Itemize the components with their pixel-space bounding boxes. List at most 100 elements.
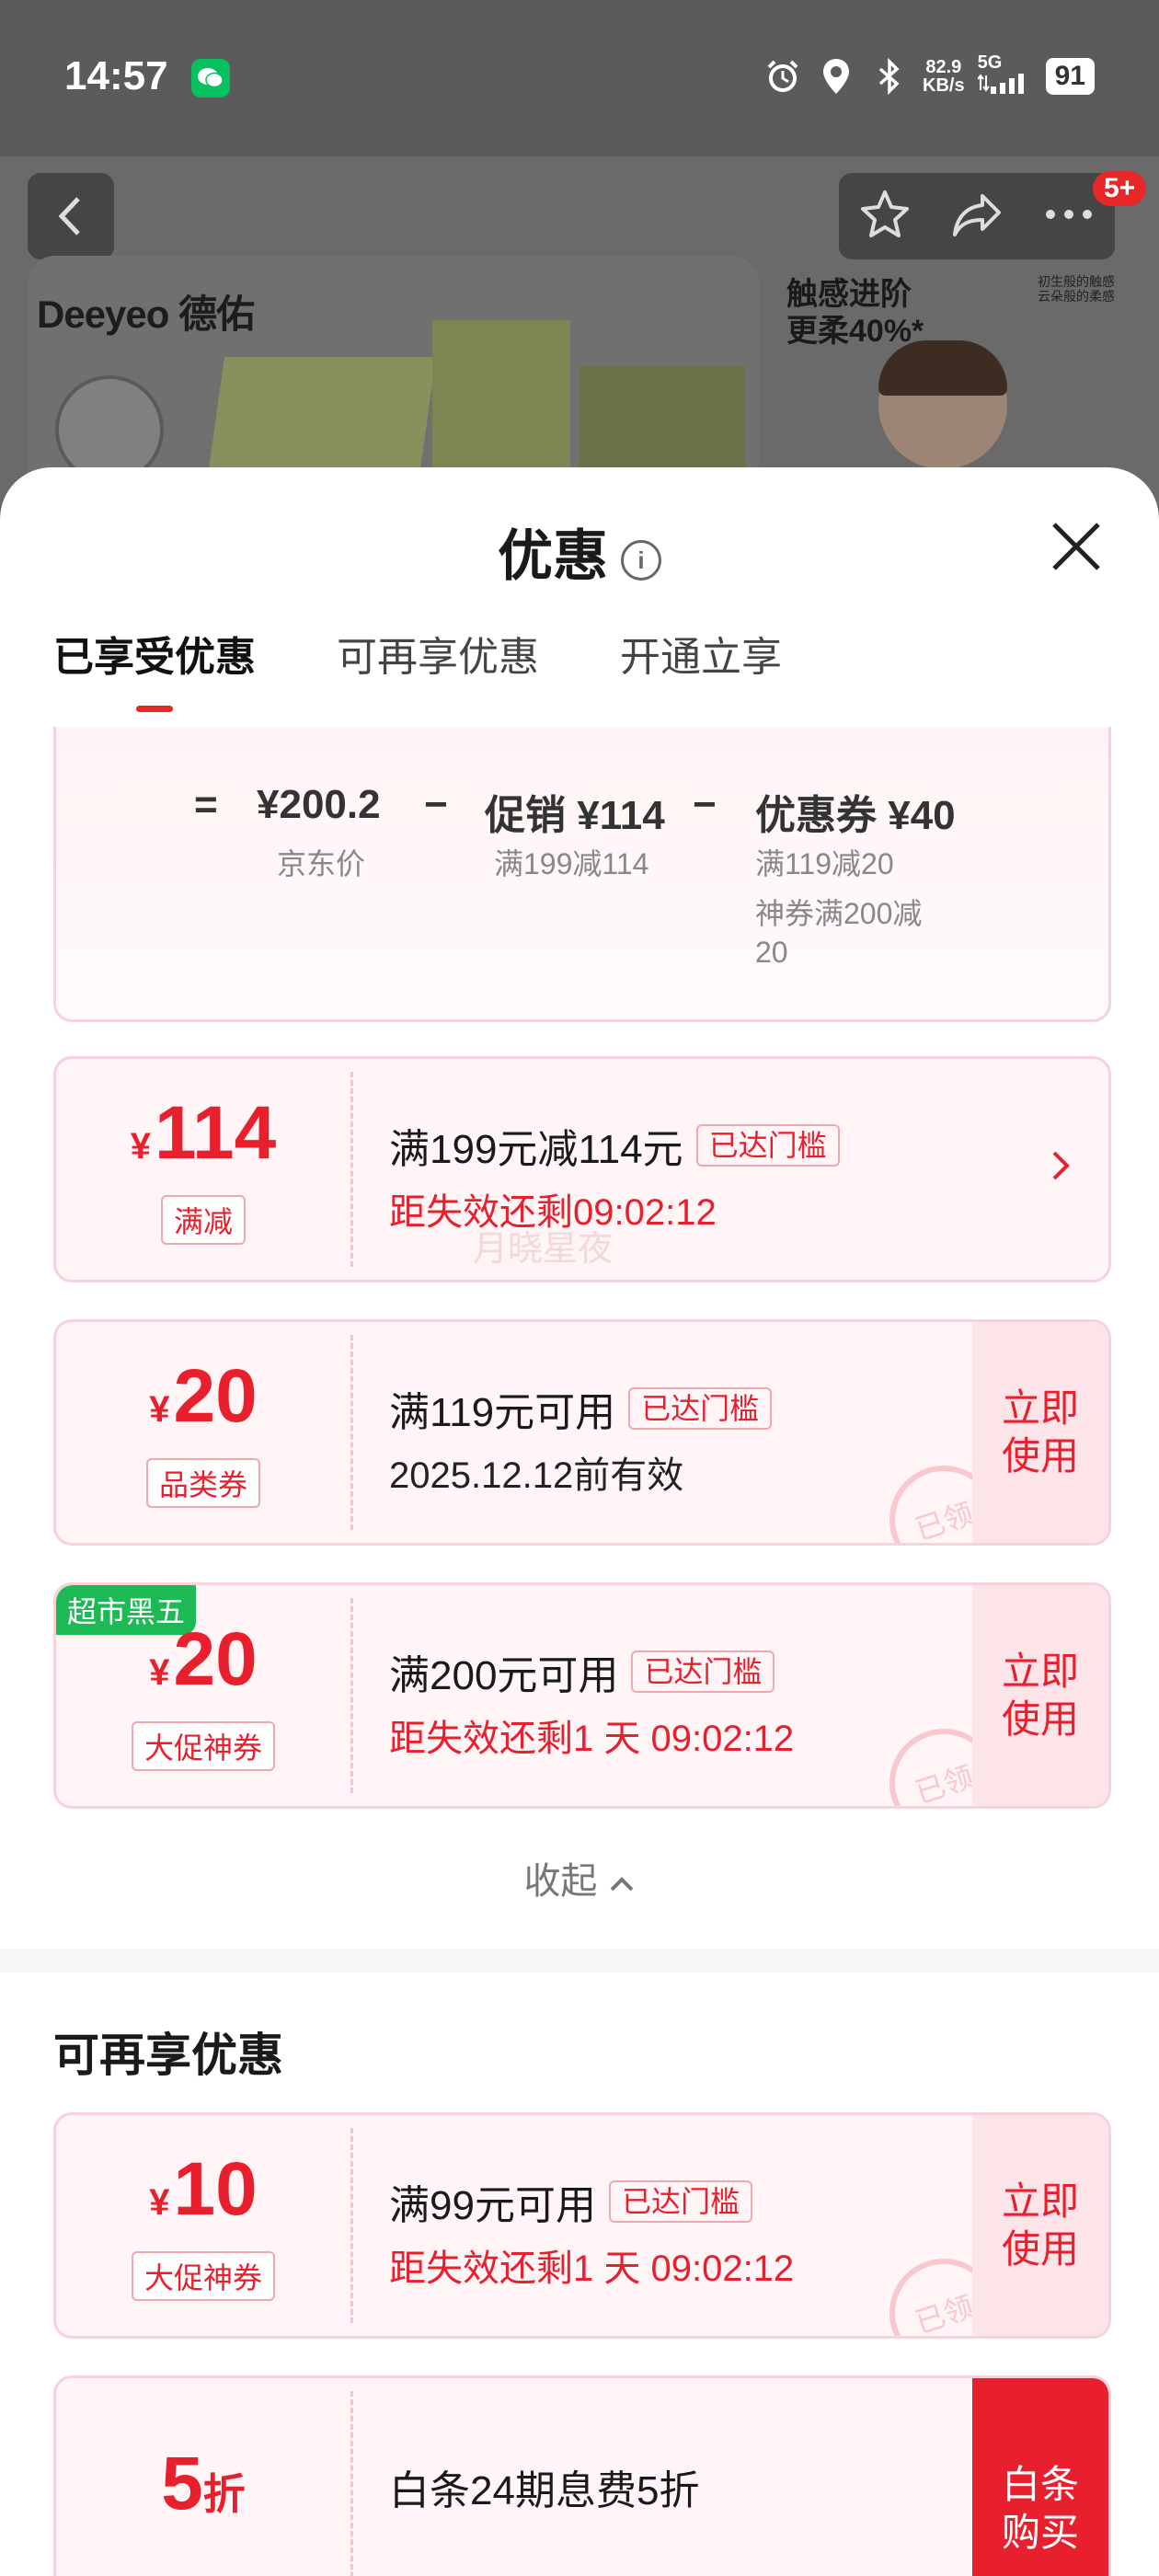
currency-symbol: ¥ — [149, 1389, 170, 1430]
calc-price-label: 京东价 — [277, 847, 366, 880]
status-bar: 14:57 82.9 KB/s 5G 91 — [0, 0, 1159, 156]
more-button[interactable] — [1041, 205, 1096, 228]
category-coupon-card[interactable]: ¥20 品类券 满119元可用 已达门槛 2025.12.12前有效 已领 立即使… — [53, 1319, 1111, 1546]
baitiao-offer-card[interactable]: 5折 白条24期息费5折 白条 购买 — [53, 2375, 1111, 2576]
coupon-value: ¥114 满减 — [56, 1059, 350, 1280]
net-speed: 82.9 KB/s — [923, 58, 965, 95]
use-button-line2: 使用 — [1001, 2227, 1079, 2271]
coupon-divider — [350, 1335, 353, 1530]
net-speed-unit: KB/s — [923, 75, 965, 96]
use-button-line1: 立即 — [1001, 1650, 1079, 1693]
side-ad-text: 触感进阶 更柔40%* — [786, 276, 924, 350]
currency-symbol: ¥ — [149, 1652, 170, 1693]
use-now-button[interactable]: 立即 使用 — [972, 1585, 1108, 1806]
calc-coupon-sub1: 满119减20 — [755, 847, 894, 880]
calc-coupon-sub2: 神券满200减 — [755, 897, 923, 930]
coupon-amount: ¥114 — [131, 1094, 277, 1186]
location-icon — [816, 56, 856, 97]
message-badge: 5+ — [1093, 171, 1147, 206]
currency-symbol: ¥ — [149, 2182, 170, 2223]
amount-value: 5 — [161, 2441, 203, 2525]
favorite-button[interactable] — [857, 187, 912, 247]
expiry-countdown: 距失效还剩1 天 09:02:12 — [389, 2248, 795, 2289]
calc-minus: − — [424, 782, 448, 827]
side-ad-line2: 更柔40%* — [786, 314, 924, 349]
coupon-divider — [350, 1598, 353, 1793]
amount-value: 10 — [173, 2147, 258, 2231]
coupon-amount: ¥20 — [149, 1620, 257, 1712]
threshold-badge: 已达门槛 — [631, 1650, 775, 1693]
net-speed-value: 82.9 — [925, 56, 962, 77]
coupon-type-tag: 品类券 — [145, 1458, 260, 1508]
close-button[interactable] — [1049, 519, 1104, 574]
alarm-icon — [763, 56, 803, 97]
coupon-divider — [350, 1072, 353, 1267]
use-button-line2: 使用 — [1001, 1434, 1079, 1478]
use-now-button[interactable]: 立即 使用 — [972, 1322, 1108, 1543]
mega-sale-coupon-card[interactable]: 超市黑五 ¥20 大促神券 满200元可用 已达门槛 距失效还剩1 天 09:02… — [53, 1582, 1111, 1809]
tab-enjoyed[interactable]: 已享受优惠 — [53, 624, 256, 712]
discount-sheet: 优惠 i 已享受优惠 可再享优惠 开通立享 = ¥200.2 京东价 − 促销 ¥… — [0, 467, 1159, 2576]
coupon-value: ¥10 大促神券 — [56, 2115, 350, 2336]
chevron-left-icon — [58, 197, 80, 236]
share-icon — [953, 193, 1001, 236]
network-type: 5G — [977, 52, 1003, 73]
coupon-divider — [350, 2391, 353, 2576]
coupon-value: 5折 — [56, 2378, 350, 2576]
coupon-title: 满99元可用 — [389, 2183, 596, 2228]
more-icon — [1046, 209, 1092, 219]
threshold-badge: 已达门槛 — [628, 1387, 773, 1430]
coupon-divider — [350, 2128, 353, 2323]
coupon-title: 满200元可用 — [389, 1653, 619, 1698]
wechat-icon — [191, 59, 230, 98]
coupon-value: ¥20 品类券 — [56, 1322, 350, 1543]
calc-coupon: 优惠券 ¥40 — [755, 793, 956, 838]
signal-icon — [976, 72, 1033, 98]
coupon-type-tag: 大促神券 — [131, 2251, 275, 2301]
chevron-up-icon — [610, 1877, 633, 1892]
coupon-title: 白条24期息费5折 — [389, 2468, 700, 2513]
collapse-label: 收起 — [523, 1861, 598, 1902]
tab-activate[interactable]: 开通立享 — [620, 624, 782, 683]
coupon-title: 满119元可用 — [389, 1390, 616, 1435]
back-button[interactable] — [28, 173, 114, 259]
close-icon — [1052, 523, 1100, 570]
sheet-tabs: 已享受优惠 可再享优惠 开通立享 — [53, 624, 782, 712]
calc-coupon-sub3: 20 — [755, 936, 788, 969]
watermark-text: 月晓星夜 — [473, 1230, 614, 1269]
coupon-amount: 5折 — [161, 2444, 246, 2534]
amount-unit: 折 — [202, 2469, 246, 2518]
amount-value: 114 — [154, 1091, 277, 1175]
baitiao-buy-button[interactable]: 白条 购买 — [972, 2378, 1108, 2576]
amount-value: 20 — [173, 1617, 258, 1701]
collapse-button[interactable]: 收起 — [0, 1851, 1159, 1904]
info-icon[interactable]: i — [621, 540, 661, 581]
calc-promo-sub: 满199减114 — [494, 847, 649, 880]
banner-brand: Deeyeo 德佑 — [37, 293, 255, 336]
share-button[interactable] — [949, 187, 1004, 247]
threshold-badge: 已达门槛 — [695, 1124, 840, 1167]
sheet-title-text: 优惠 — [498, 525, 608, 587]
use-now-button[interactable]: 立即 使用 — [972, 2115, 1108, 2336]
use-button-line1: 立即 — [1001, 2179, 1079, 2223]
signal-group: 5G — [976, 52, 1033, 98]
top-action-bar — [839, 173, 1115, 259]
coupon-type-tag: 满减 — [160, 1195, 246, 1245]
amount-value: 20 — [173, 1354, 258, 1438]
threshold-badge: 已达门槛 — [608, 2180, 752, 2223]
use-button-line1: 立即 — [1001, 1386, 1079, 1430]
sheet-title: 优惠 i — [0, 512, 1159, 592]
battery-indicator: 91 — [1045, 57, 1095, 95]
extra-coupon-card[interactable]: ¥10 大促神券 满99元可用 已达门槛 距失效还剩1 天 09:02:12 已领… — [53, 2112, 1111, 2339]
coupon-amount: ¥20 — [149, 1357, 257, 1449]
coupon-title: 满199元减114元 — [389, 1127, 683, 1172]
buy-button-line1: 白条 — [1001, 2463, 1079, 2506]
more-discounts-heading: 可再享优惠 — [53, 2030, 283, 2081]
expiry-countdown: 距失效还剩1 天 09:02:12 — [389, 1719, 795, 1759]
price-calculation: = ¥200.2 京东价 − 促销 ¥114 满199减114 − 优惠券 ¥4… — [53, 727, 1111, 1022]
calc-promo: 促销 ¥114 — [485, 793, 665, 838]
currency-symbol: ¥ — [130, 1126, 151, 1167]
expiry-date: 2025.12.12前有效 — [389, 1455, 684, 1496]
star-icon — [861, 190, 909, 237]
tab-more-available[interactable]: 可再享优惠 — [337, 624, 539, 683]
